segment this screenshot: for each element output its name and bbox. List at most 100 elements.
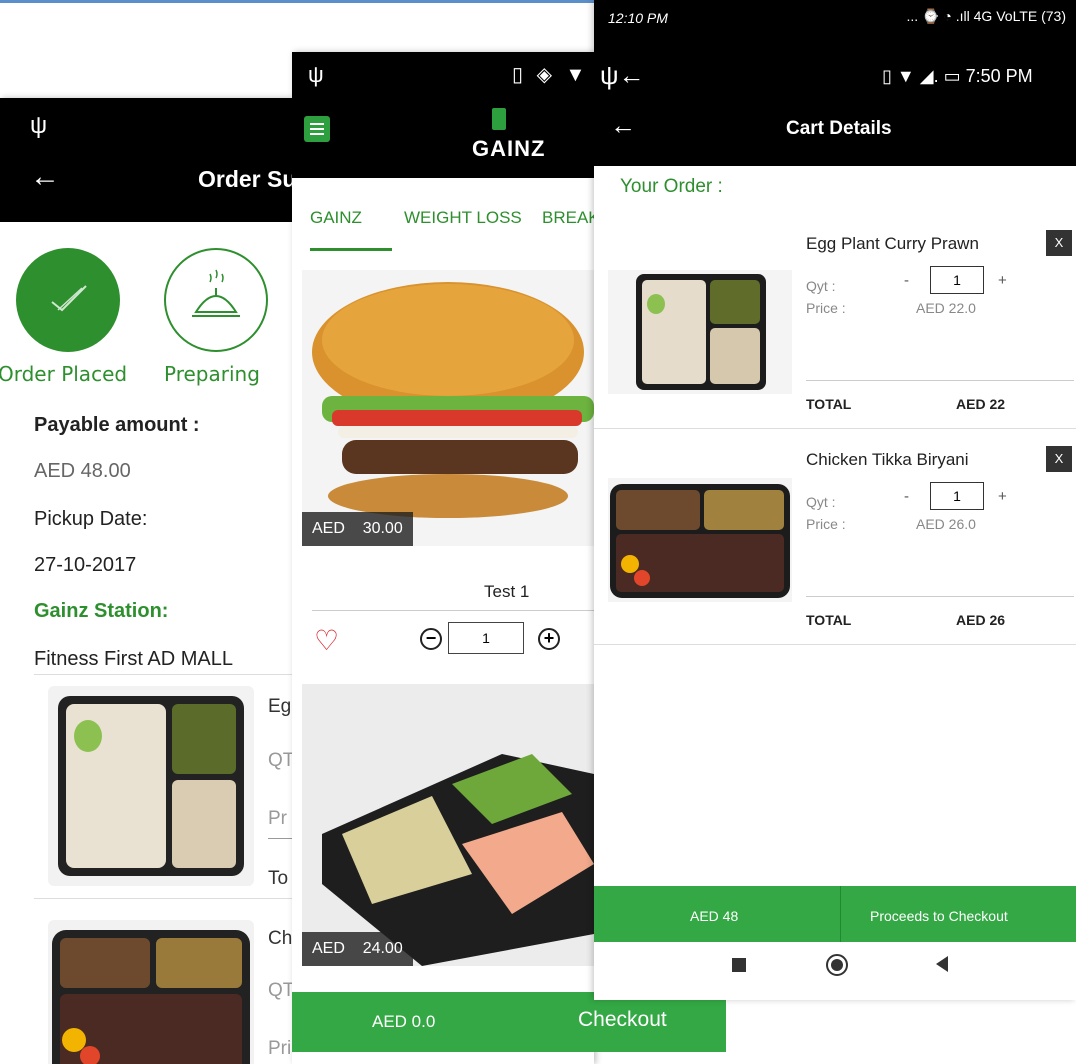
back-arrow-icon[interactable]: ← [610, 110, 636, 141]
divider [806, 596, 1074, 597]
item-name: Chicken Tikka Biryani [806, 450, 969, 469]
order-placed-label: Order Placed [0, 362, 128, 386]
divider [594, 644, 1076, 645]
status-time: 12:10 PM [608, 10, 668, 26]
checkout-label: Checkout [578, 1008, 667, 1031]
cart-item: Egg Plant Curry Prawn X Qyt : - 1 + Pric… [594, 230, 1076, 444]
order-summary-appbar: ψ ← Order Su [0, 98, 292, 222]
gainz-logo-icon [492, 108, 506, 130]
total-label: TOTAL [806, 396, 852, 412]
remove-item-button[interactable]: X [1046, 446, 1072, 472]
back-arrow-icon[interactable]: ← [30, 160, 60, 194]
currency-label: AED [312, 520, 345, 537]
total-value: AED 26 [956, 612, 1006, 628]
divider [268, 838, 292, 839]
cart-bottom-bar: AED 48 Proceeds to Checkout [594, 886, 1076, 942]
active-tab-indicator [310, 248, 392, 251]
status-icons: ... ⌚ ◔ .ıll 4G VoLTE (73) [906, 8, 1066, 24]
usb-icon: ψ [30, 112, 48, 139]
decrement-button[interactable]: - [904, 488, 909, 505]
checkout-button[interactable]: Checkout [508, 992, 726, 1052]
proceed-to-checkout-button[interactable]: Proceeds to Checkout [870, 908, 1008, 924]
price-tag: AED 30.00 [302, 512, 413, 546]
decrement-button[interactable]: - [904, 272, 909, 289]
cart-item: Chicken Tikka Biryani X Qyt : - 1 + Pric… [594, 446, 1076, 660]
usb-icon: ψ [308, 62, 324, 87]
item1-total-label: To [268, 868, 289, 889]
your-order-heading: Your Order : [620, 176, 723, 197]
station-label: Gainz Station: [34, 600, 169, 622]
salmon-meal-image [302, 684, 594, 966]
increment-button[interactable]: + [998, 488, 1007, 505]
meal-image [608, 270, 792, 394]
quantity-input[interactable]: 1 [448, 622, 524, 654]
tab-weight-loss[interactable]: WEIGHT LOSS [404, 208, 522, 228]
payable-amount-value: AED 48.00 [34, 460, 131, 482]
clock: 7:50 PM [965, 66, 1033, 86]
quantity-input[interactable]: 1 [930, 266, 984, 294]
tab-gainz[interactable]: GAINZ [310, 208, 362, 228]
divider [806, 380, 1074, 381]
qty-label: Qyt : [806, 278, 836, 294]
brand-logo: GAINZ [472, 136, 546, 161]
price-value: 24.00 [362, 940, 403, 957]
divider [34, 898, 292, 899]
divider [840, 886, 841, 942]
system-status-icons: ▯ ◈ ▼ [512, 64, 590, 86]
preparing-status [164, 248, 268, 352]
pickup-date-label: Pickup Date: [34, 508, 148, 530]
total-value: AED 22 [956, 396, 1006, 412]
item-name: Egg Plant Curry Prawn [806, 234, 979, 253]
pickup-date-value: 27-10-2017 [34, 554, 137, 576]
divider [594, 428, 1076, 429]
android-nav-bar [594, 942, 1076, 1000]
meal-image [48, 686, 254, 886]
total-label: TOTAL [806, 612, 852, 628]
recents-icon[interactable] [732, 958, 746, 972]
item2-qty-label: QT [268, 980, 292, 1001]
item2-name: Ch [268, 928, 292, 949]
cart-appbar: ← Cart Details [594, 92, 1076, 166]
station-value: Fitness First AD MALL [34, 648, 233, 670]
status-bar: 12:10 PM ... ⌚ ◔ .ıll 4G VoLTE (73) ψ← ▯… [594, 0, 1076, 100]
item2-price-label: Price [268, 1038, 292, 1059]
page-title: Cart Details [786, 118, 892, 139]
cloche-icon [192, 269, 240, 317]
price-tag: AED 24.00 [302, 932, 413, 966]
item1-price-label: Pr [268, 808, 287, 829]
top-border [0, 0, 600, 14]
cart-amount: AED 0.0 [372, 1012, 436, 1031]
hamburger-menu-icon[interactable] [304, 116, 330, 142]
check-icon [51, 285, 87, 312]
heart-icon[interactable]: ♡ [314, 624, 339, 657]
currency-label: AED [312, 940, 345, 957]
price-label: Price : [806, 300, 846, 316]
food-card-salmon[interactable]: AED 24.00 [302, 684, 594, 966]
increment-button[interactable]: + [998, 272, 1007, 289]
menu-screen: ψ ▯ ◈ ▼ GAINZ GAINZ WEIGHT LOSS BREAK AE… [292, 52, 594, 1064]
divider [312, 610, 594, 611]
tab-breakfast[interactable]: BREAK [542, 208, 594, 228]
price-value: 30.00 [362, 520, 403, 537]
price-value: AED 22.0 [916, 300, 976, 316]
home-icon[interactable] [826, 954, 848, 976]
price-label: Price : [806, 516, 846, 532]
menu-appbar: ψ ▯ ◈ ▼ GAINZ [292, 52, 594, 178]
decrement-button[interactable]: − [420, 628, 442, 650]
qty-label: Qyt : [806, 494, 836, 510]
divider [34, 674, 292, 675]
item1-name: Eg [268, 696, 292, 717]
meal-image [48, 920, 254, 1064]
page-title: Order Su [198, 166, 292, 192]
quantity-input[interactable]: 1 [930, 482, 984, 510]
remove-item-button[interactable]: X [1046, 230, 1072, 256]
meal-image [608, 478, 792, 602]
category-tabs: GAINZ WEIGHT LOSS BREAK [292, 178, 594, 266]
back-triangle-icon[interactable] [936, 956, 948, 972]
cart-total-amount: AED 48 [690, 908, 739, 924]
usb-back-icon: ψ← [600, 60, 645, 90]
order-summary-screen: ψ ← Order Su Order Placed Preparing Paya… [0, 98, 292, 1064]
food-card-burger[interactable]: AED 30.00 [302, 270, 594, 546]
increment-button[interactable]: + [538, 628, 560, 650]
preparing-label: Preparing [164, 362, 260, 386]
